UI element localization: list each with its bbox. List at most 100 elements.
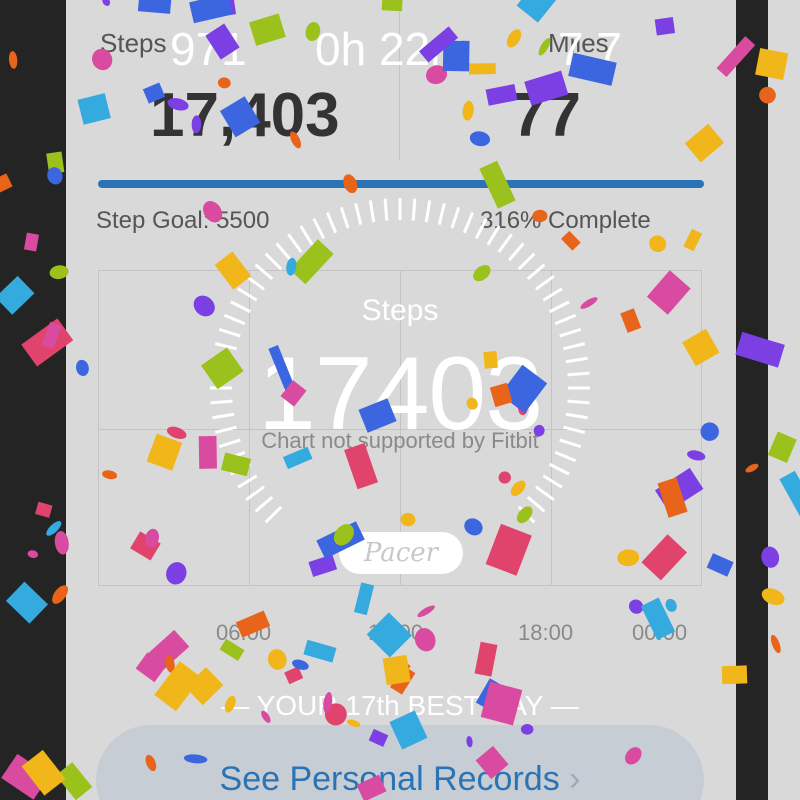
confetti-piece [538,38,551,56]
confetti-piece [166,562,187,585]
confetti-piece [474,641,498,677]
confetti-piece [469,131,491,147]
confetti-piece [219,96,261,138]
confetti-piece [682,328,720,367]
confetti-piece [475,745,509,779]
confetti-piece [761,546,780,568]
confetti-piece [193,295,215,317]
confetti-piece [382,654,411,686]
confetti-piece [620,308,642,333]
confetti-piece [721,665,748,685]
confetti-piece [35,501,53,518]
confetti-piece [706,553,734,577]
confetti-piece [755,48,789,80]
confetti-piece [8,51,18,69]
confetti-piece [214,251,252,290]
confetti-piece [145,754,157,772]
confetti-piece [580,297,598,309]
confetti-piece [343,174,358,194]
confetti-piece [568,52,617,86]
confetti-piece [381,0,403,12]
confetti-piece [485,84,518,106]
confetti-piece [289,239,334,285]
confetti-piece [290,131,302,149]
confetti-piece [146,433,183,471]
confetti-piece [0,173,13,194]
confetti-piece [358,398,397,433]
confetti-piece [485,523,532,576]
confetti-piece [716,36,756,78]
confetti-piece [282,446,313,470]
confetti-overlay [0,0,800,800]
confetti-piece [137,0,173,14]
confetti-piece [468,63,496,75]
confetti-piece [77,93,111,125]
confetti-piece [353,582,375,616]
confetti-piece [366,612,412,658]
confetti-piece [533,424,545,437]
confetti-piece [189,0,233,24]
confetti-piece [5,581,49,624]
confetti-piece [510,480,526,497]
confetti-piece [745,463,759,473]
confetti-piece [249,13,286,46]
confetti-piece [142,82,166,104]
confetti-piece [167,98,189,111]
confetti-piece [303,639,337,663]
confetti-piece [767,431,797,463]
confetti-piece [683,228,703,252]
confetti-piece [779,470,800,518]
confetti-piece [700,422,719,441]
confetti-piece [617,549,640,567]
confetti-piece [54,531,69,555]
confetti-piece [684,123,725,163]
confetti-piece [649,235,667,253]
confetti-piece [646,270,691,315]
confetti-piece [305,22,321,42]
confetti-piece [641,534,687,581]
confetti-piece [217,77,231,89]
confetti-piece [524,70,569,106]
confetti-piece [735,331,785,368]
confetti-piece [516,506,533,524]
confetti-piece [346,719,361,727]
confetti-piece [414,628,436,652]
confetti-piece [625,747,642,765]
confetti-piece [198,435,217,469]
confetti-piece [483,351,498,369]
confetti-piece [466,735,473,748]
confetti-piece [224,695,236,713]
confetti-piece [532,209,548,223]
confetti-piece [356,774,387,800]
confetti-piece [665,598,677,612]
confetti-piece [761,588,785,606]
confetti-piece [0,275,35,315]
confetti-piece [49,265,69,280]
confetti-piece [770,634,781,654]
confetti-piece [235,610,271,638]
confetti-piece [102,470,118,480]
confetti-piece [219,638,245,661]
confetti-piece [220,452,252,477]
confetti-piece [200,347,244,390]
confetti-piece [102,0,111,6]
confetti-piece [308,554,338,577]
confetti-piece [183,754,208,764]
confetti-piece [516,0,559,23]
confetti-piece [368,728,389,747]
confetti-piece [479,160,516,209]
confetti-piece [687,450,706,461]
confetti-piece [654,17,676,36]
confetti-piece [191,115,202,134]
confetti-piece [267,649,287,670]
confetti-piece [27,550,39,558]
confetti-piece [462,100,474,121]
confetti-piece [473,265,491,282]
confetti-piece [344,442,378,490]
confetti-piece [759,86,776,104]
confetti-piece [506,29,522,48]
confetti-piece [205,23,240,60]
confetti-piece [417,605,435,618]
confetti-piece [23,232,40,252]
confetti-piece [92,48,113,71]
